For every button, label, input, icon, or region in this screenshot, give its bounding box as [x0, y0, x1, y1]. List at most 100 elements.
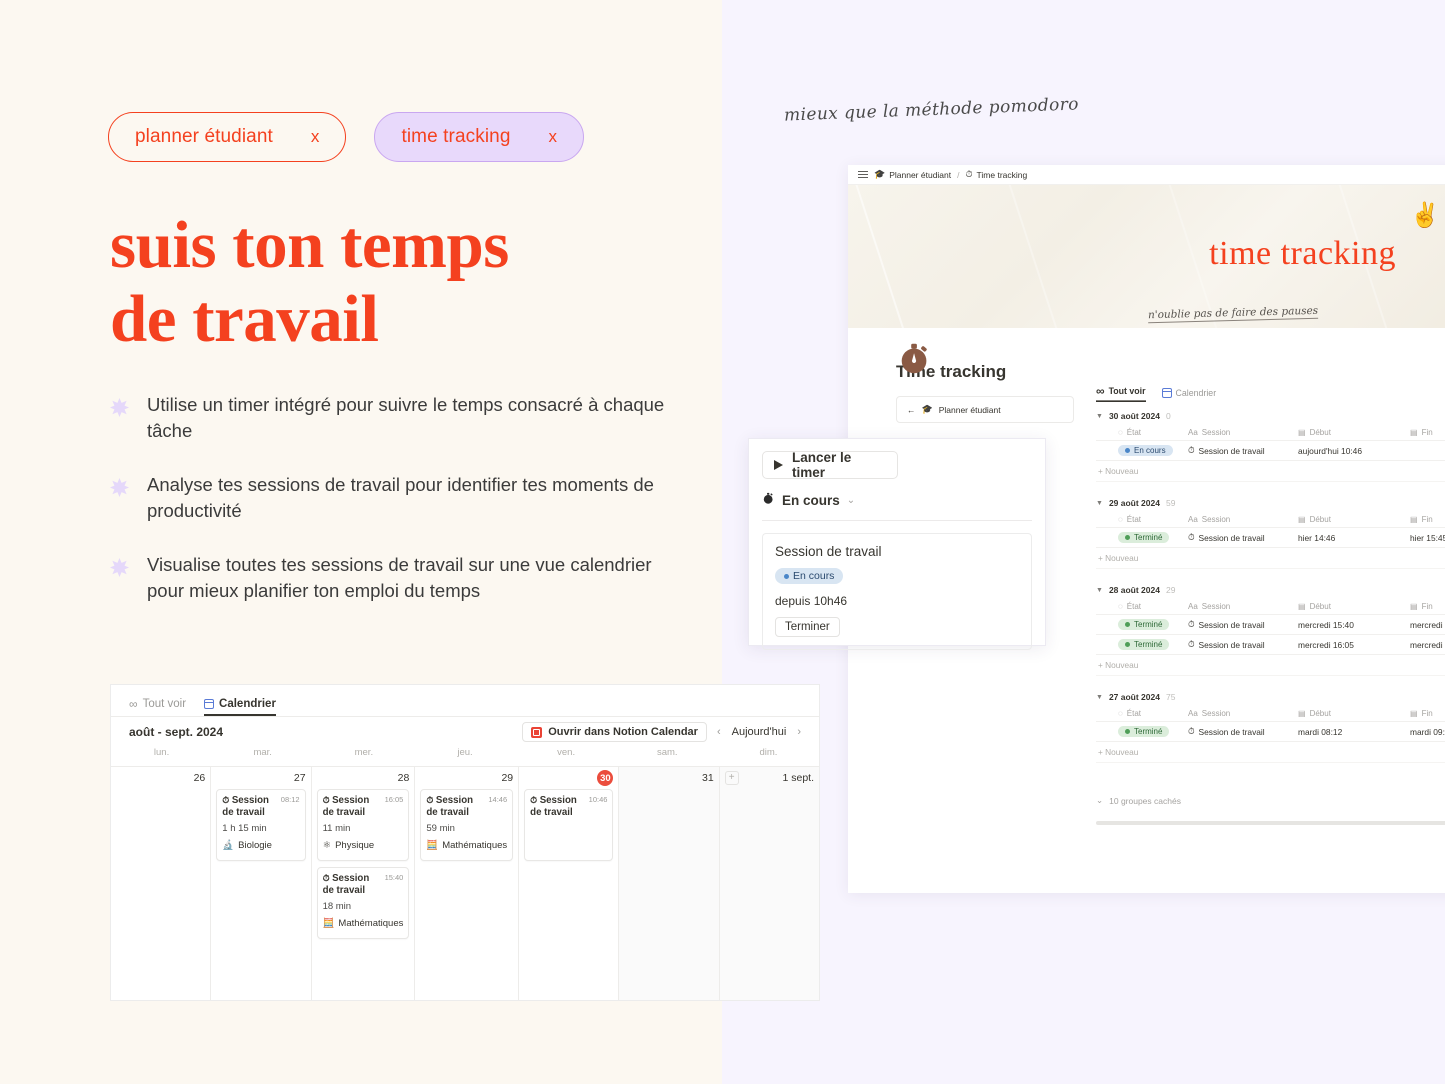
caret-down-icon[interactable]: ▼ — [1096, 694, 1103, 701]
tab-calendrier[interactable]: Calendrier — [204, 698, 276, 716]
cell-debut[interactable]: hier 14:46 — [1298, 533, 1410, 543]
calendar-day-column[interactable]: 27 08:12 ⏱ Session de travail 1 h 15 min 🔬 Bi… — [211, 767, 312, 1000]
finish-session-button[interactable]: Terminer — [775, 617, 840, 637]
column-header[interactable]: ▤ Début — [1298, 428, 1410, 437]
column-header[interactable]: ▤ Début — [1298, 709, 1410, 718]
tab-calendrier[interactable]: Calendrier — [1161, 388, 1216, 402]
table-row[interactable]: Terminé ⏱ Session de travail mercredi 16:05… — [1096, 635, 1445, 655]
tab-tout-voir[interactable]: ∞ Tout voir — [129, 698, 186, 716]
cell-session[interactable]: ⏱ Session de travail — [1188, 726, 1298, 737]
close-icon[interactable]: x — [549, 127, 558, 147]
prev-arrow-icon[interactable]: ‹ — [717, 726, 721, 738]
cell-session[interactable]: ⏱ Session de travail — [1188, 619, 1298, 630]
column-header[interactable]: Aa Session — [1188, 428, 1298, 437]
cell-fin[interactable]: mercredi 15:58 — [1410, 620, 1445, 630]
cell-etat[interactable]: Terminé — [1096, 639, 1188, 650]
column-header[interactable]: ▤ Fin — [1410, 709, 1445, 718]
open-in-notion-calendar-button[interactable]: Ouvrir dans Notion Calendar — [522, 722, 707, 742]
notion-cover-image: ✌ time tracking n'oublie pas de faire de… — [848, 185, 1445, 328]
group-count: 75 — [1165, 692, 1176, 702]
group-header[interactable]: ▼ 29 août 2024 59 — [1096, 492, 1445, 512]
chevron-down-icon[interactable]: ⌄ — [847, 495, 855, 506]
calendar-event-card[interactable]: 08:12 ⏱ Session de travail 1 h 15 min 🔬 Biol… — [216, 789, 306, 861]
cell-session[interactable]: ⏱ Session de travail — [1188, 639, 1298, 650]
cell-fin[interactable]: mercredi 16:16 — [1410, 640, 1445, 650]
column-header[interactable]: ◌ État — [1096, 428, 1188, 437]
cell-session[interactable]: ⏱ Session de travail — [1188, 445, 1298, 456]
calendar-day-column[interactable]: 30 10:46 ⏱ Session de travail — [519, 767, 620, 1000]
column-header[interactable]: ◌ État — [1096, 709, 1188, 718]
tag-planner-etudiant[interactable]: planner étudiant x — [108, 112, 347, 162]
cell-debut[interactable]: mercredi 16:05 — [1298, 640, 1410, 650]
new-row-button[interactable]: + Nouveau — [1096, 548, 1445, 569]
cell-fin[interactable]: hier 15:45 — [1410, 533, 1445, 543]
new-row-button[interactable]: + Nouveau — [1096, 742, 1445, 763]
tab-tout-voir[interactable]: ∞ Tout voir — [1096, 384, 1146, 402]
abacus-icon: 🧮 — [426, 840, 439, 851]
column-header[interactable]: Aa Session — [1188, 515, 1298, 524]
breadcrumb-workspace[interactable]: Planner étudiant — [889, 170, 951, 180]
date-icon: ▤ — [1298, 709, 1306, 718]
table-row[interactable]: Terminé ⏱ Session de travail mardi 08:12 mar… — [1096, 722, 1445, 742]
calendar-day-column[interactable]: 28 16:05 ⏱ Session de travail 11 min ⚛ Physiq… — [312, 767, 416, 1000]
calendar-day-column[interactable]: 31 — [619, 767, 720, 1000]
cell-etat[interactable]: Terminé — [1096, 532, 1188, 543]
table-row[interactable]: Terminé ⏱ Session de travail mercredi 15:40… — [1096, 615, 1445, 635]
column-header[interactable]: Aa Session — [1188, 602, 1298, 611]
calendar-event-card[interactable]: 10:46 ⏱ Session de travail — [524, 789, 614, 861]
breadcrumb-page[interactable]: Time tracking — [977, 170, 1028, 180]
sparkle-icon — [110, 558, 129, 577]
column-header[interactable]: ▤ Fin — [1410, 428, 1445, 437]
column-header[interactable]: ▤ Début — [1298, 602, 1410, 611]
cell-fin[interactable]: mardi 09:27 — [1410, 727, 1445, 737]
caret-down-icon[interactable]: ▼ — [1096, 500, 1103, 507]
hamburger-menu-icon[interactable] — [858, 170, 868, 179]
calendar-day-column[interactable]: 26 — [111, 767, 212, 1000]
column-header[interactable]: ▤ Début — [1298, 515, 1410, 524]
event-subject: ⚛ Physique — [323, 840, 404, 851]
today-button[interactable]: Aujourd'hui — [732, 726, 787, 738]
new-row-button[interactable]: + Nouveau — [1096, 655, 1445, 676]
cell-etat[interactable]: Terminé — [1096, 726, 1188, 737]
weekday-label: mar. — [253, 747, 272, 758]
cell-debut[interactable]: mercredi 15:40 — [1298, 620, 1410, 630]
event-subject: 🧮 Mathématiques — [426, 840, 507, 851]
cell-etat[interactable]: En cours — [1096, 445, 1188, 456]
cell-debut[interactable]: mardi 08:12 — [1298, 727, 1410, 737]
group-header[interactable]: ▼ 30 août 2024 0 — [1096, 405, 1445, 425]
status-dot-icon — [1125, 448, 1130, 453]
calendar-event-card[interactable]: 15:40 ⏱ Session de travail 18 min 🧮 Mathémat… — [316, 867, 410, 939]
group-header[interactable]: ▼ 27 août 2024 75 — [1096, 686, 1445, 706]
calendar-day-column[interactable]: +1 sept. — [719, 767, 819, 1000]
hidden-groups-toggle[interactable]: ⌄ 10 groupes cachés — [1096, 795, 1181, 806]
active-session-card[interactable]: Session de travail En cours depuis 10h46… — [762, 533, 1032, 650]
table-row[interactable]: En cours ⏱ Session de travail aujourd'hui 1… — [1096, 441, 1445, 461]
tag-time-tracking[interactable]: time tracking x — [374, 112, 585, 162]
close-icon[interactable]: x — [311, 127, 320, 147]
horizontal-scrollbar[interactable] — [1096, 821, 1445, 825]
backlink-planner-etudiant[interactable]: ← 🎓 Planner étudiant — [896, 396, 1074, 423]
start-timer-button[interactable]: Lancer le timer — [762, 450, 898, 480]
next-arrow-icon[interactable]: › — [797, 726, 801, 738]
calendar-day-column[interactable]: 29 14:46 ⏱ Session de travail 59 min 🧮 Mathém… — [415, 767, 520, 1000]
stopwatch-icon: ⏱ — [530, 795, 540, 805]
column-header[interactable]: ◌ État — [1096, 515, 1188, 524]
column-header[interactable]: ▤ Fin — [1410, 602, 1445, 611]
calendar-event-card[interactable]: 16:05 ⏱ Session de travail 11 min ⚛ Physique — [316, 789, 410, 861]
column-header[interactable]: Aa Session — [1188, 709, 1298, 718]
caret-down-icon[interactable]: ▼ — [1096, 413, 1103, 420]
calendar-event-card[interactable]: 14:46 ⏱ Session de travail 59 min 🧮 Mathémat… — [420, 789, 514, 861]
table-row[interactable]: Terminé ⏱ Session de travail hier 14:46 hier… — [1096, 528, 1445, 548]
feature-list: Utilise un timer intégré pour suivre le … — [110, 392, 670, 632]
timer-status-group[interactable]: En cours ⌄ — [762, 492, 1045, 508]
group-header[interactable]: ▼ 28 août 2024 29 — [1096, 579, 1445, 599]
column-header[interactable]: ◌ État — [1096, 602, 1188, 611]
cell-etat[interactable]: Terminé — [1096, 619, 1188, 630]
event-time: 10:46 — [588, 795, 608, 804]
add-event-icon[interactable]: + — [724, 771, 739, 785]
cell-session[interactable]: ⏱ Session de travail — [1188, 532, 1298, 543]
column-header[interactable]: ▤ Fin — [1410, 515, 1445, 524]
new-row-button[interactable]: + Nouveau — [1096, 461, 1445, 482]
cell-debut[interactable]: aujourd'hui 10:46 — [1298, 446, 1410, 456]
caret-down-icon[interactable]: ▼ — [1096, 587, 1103, 594]
